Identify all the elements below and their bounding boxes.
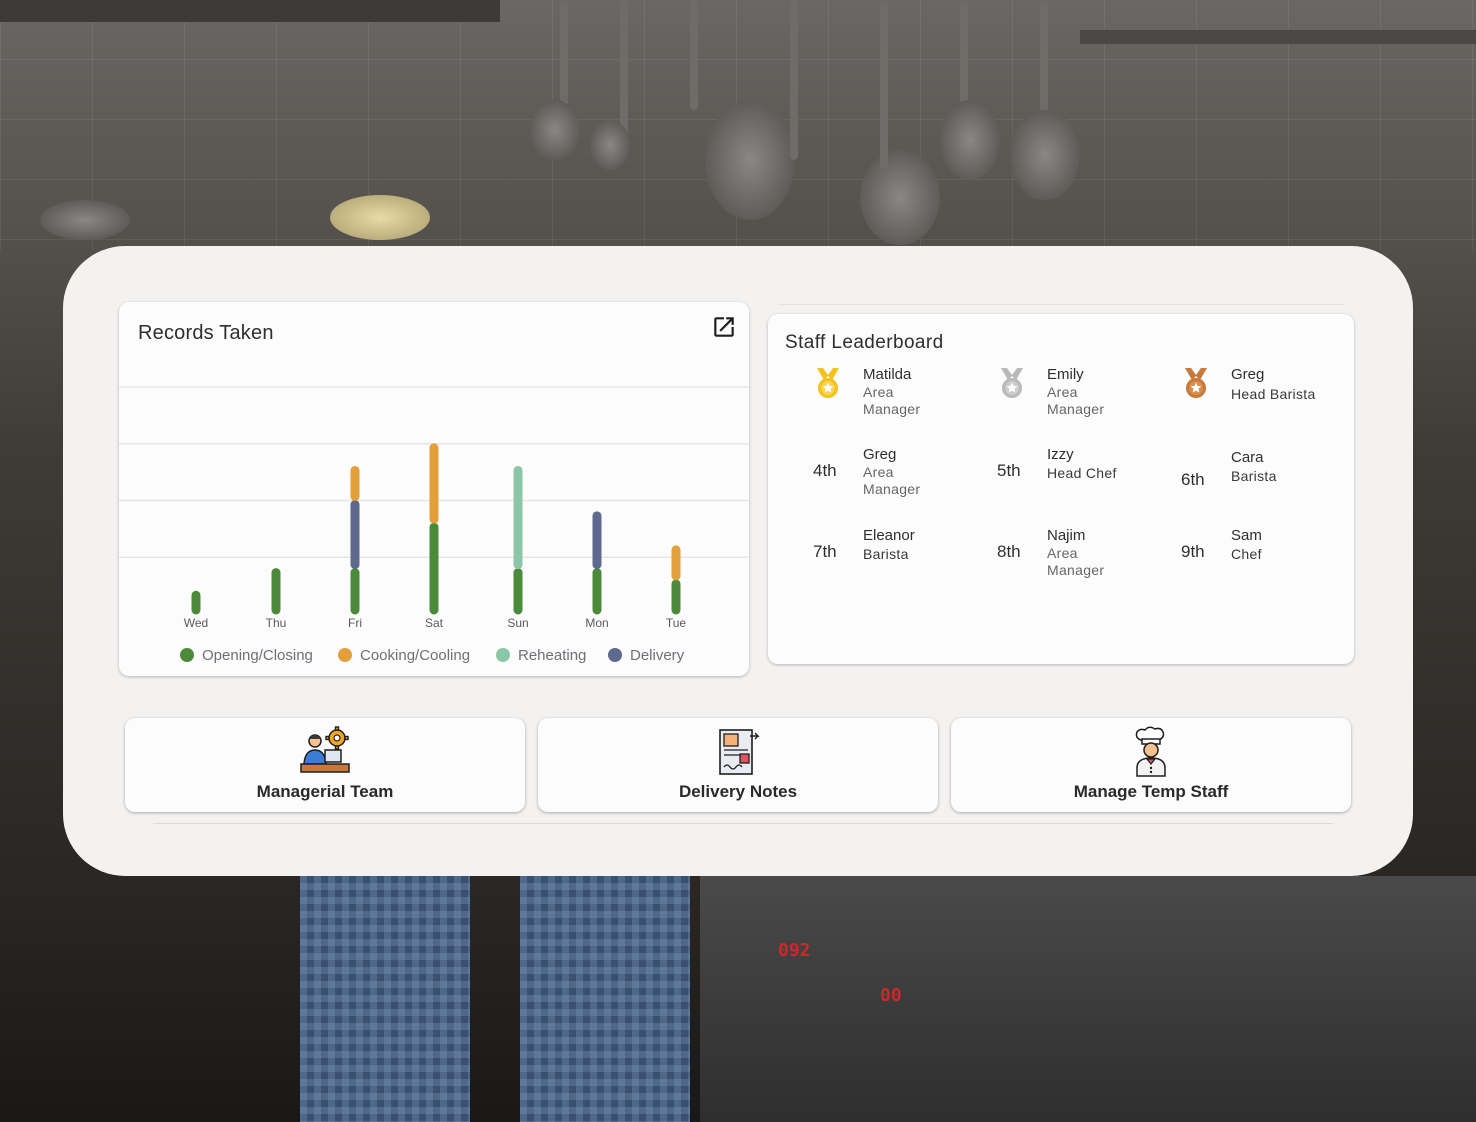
- x-tick-label: Thu: [266, 616, 287, 630]
- leaderboard-entry-2[interactable]: Emily Area Manager: [969, 366, 1149, 436]
- leaderboard-entry-4[interactable]: 4th Greg Area Manager: [785, 446, 965, 516]
- entry-role: Head Chef: [1047, 465, 1117, 481]
- entry-role: Barista: [1231, 468, 1277, 484]
- leaderboard-entry-1[interactable]: Matilda Area Manager: [785, 366, 965, 436]
- manage-temp-staff-button[interactable]: Manage Temp Staff: [951, 718, 1351, 812]
- delivery-note-icon: [719, 729, 760, 775]
- x-tick-label: Tue: [666, 616, 687, 630]
- entry-name: Najim: [1047, 527, 1086, 544]
- entry-rank: 6th: [1181, 470, 1205, 489]
- bronze-medal-icon: [1185, 368, 1207, 398]
- leaderboard-entry-9[interactable]: 9th Sam Chef: [1153, 527, 1333, 597]
- leaderboard-entry-6[interactable]: 6th Cara Barista: [1153, 446, 1333, 516]
- leaderboard-title: Staff Leaderboard: [785, 332, 944, 353]
- entry-role: Chef: [1231, 546, 1262, 562]
- entry-rank: 5th: [997, 461, 1021, 480]
- legend-swatch: [496, 648, 510, 662]
- legend-swatch: [180, 648, 194, 662]
- entry-name: Izzy: [1047, 446, 1074, 463]
- manage-temp-staff-label: Manage Temp Staff: [1073, 782, 1229, 801]
- x-tick-label: Sun: [507, 616, 528, 630]
- records-chart: Wed Thu Fri Sat Sun Mon Tue Opening/Closing Cook…: [119, 386, 749, 664]
- entry-role: Area Manager: [863, 464, 921, 497]
- delivery-notes-button[interactable]: Delivery Notes: [538, 718, 938, 812]
- legend-label: Reheating: [518, 647, 586, 664]
- entry-name: Cara: [1231, 449, 1264, 466]
- x-tick-label: Fri: [348, 616, 362, 630]
- leaderboard-entry-7[interactable]: 7th Eleanor Barista: [785, 527, 965, 597]
- managerial-team-button[interactable]: Managerial Team: [125, 718, 525, 812]
- gold-medal-icon: [817, 368, 839, 398]
- records-title: Records Taken: [138, 322, 274, 344]
- chef-icon: [1135, 726, 1166, 777]
- records-taken-card: Wed Thu Fri Sat Sun Mon Tue Opening/Closing Cook…: [119, 302, 749, 676]
- entry-role: Barista: [863, 546, 909, 562]
- manager-at-desk-icon: [300, 726, 350, 773]
- entry-rank: 4th: [813, 461, 837, 480]
- managerial-team-label: Managerial Team: [256, 782, 394, 801]
- legend-swatch: [608, 648, 622, 662]
- bottom-divider: [153, 823, 1333, 824]
- delivery-notes-label: Delivery Notes: [678, 782, 798, 801]
- legend-swatch: [338, 648, 352, 662]
- entry-name: Eleanor: [863, 527, 915, 544]
- silver-medal-icon: [1001, 368, 1023, 398]
- legend-label: Delivery: [630, 647, 685, 664]
- leaderboard-top-rule: [778, 304, 1344, 305]
- staff-leaderboard-card: Staff Leaderboard Matilda Area Manager E…: [768, 314, 1354, 664]
- entry-rank: 9th: [1181, 542, 1205, 561]
- legend-label: Opening/Closing: [202, 647, 313, 664]
- entry-role: Head Barista: [1231, 386, 1316, 402]
- leaderboard-entry-3[interactable]: Greg Head Barista: [1153, 366, 1333, 436]
- entry-name: Sam: [1231, 527, 1262, 544]
- entry-name: Greg: [863, 446, 897, 463]
- entry-rank: 7th: [813, 542, 837, 561]
- legend-label: Cooking/Cooling: [360, 647, 470, 664]
- x-tick-label: Wed: [184, 616, 208, 630]
- x-tick-label: Mon: [585, 616, 608, 630]
- open-in-new-icon[interactable]: [711, 314, 737, 340]
- entry-role: Area Manager: [863, 384, 921, 417]
- entry-name: Greg: [1231, 366, 1265, 383]
- entry-name: Matilda: [863, 366, 912, 383]
- entry-rank: 8th: [997, 542, 1021, 561]
- dashboard-panel: Wed Thu Fri Sat Sun Mon Tue Opening/Closing Cook…: [63, 246, 1413, 876]
- entry-role: Area Manager: [1047, 545, 1105, 578]
- leaderboard-entry-8[interactable]: 8th Najim Area Manager: [969, 527, 1149, 597]
- leaderboard-entry-5[interactable]: 5th Izzy Head Chef: [969, 446, 1149, 516]
- entry-name: Emily: [1047, 366, 1084, 383]
- x-tick-label: Sat: [425, 616, 444, 630]
- entry-role: Area Manager: [1047, 384, 1105, 417]
